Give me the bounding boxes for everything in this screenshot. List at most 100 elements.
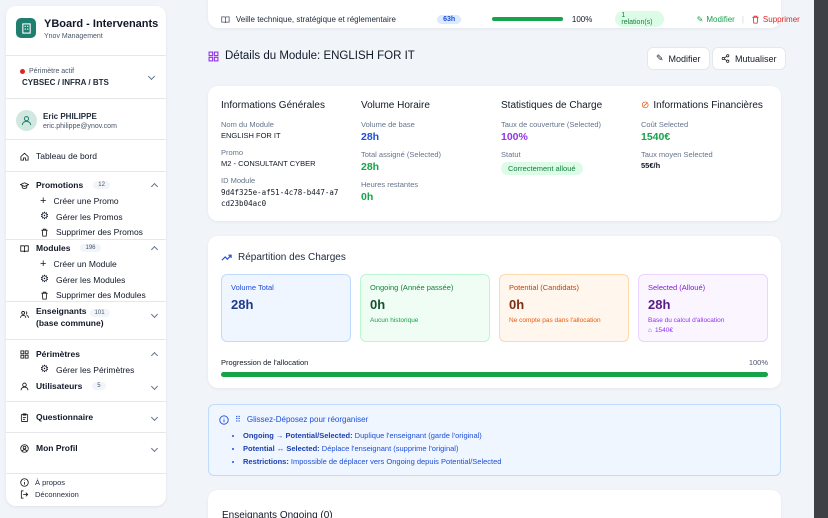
row-delete-button[interactable]: Supprimer bbox=[751, 15, 800, 24]
divider bbox=[6, 239, 166, 240]
field-label: Promo bbox=[221, 148, 244, 157]
section-title: Volume Horaire bbox=[361, 100, 430, 111]
trash-icon bbox=[41, 291, 48, 300]
charges-header: Répartition des Charges bbox=[221, 252, 346, 263]
sidebar-item-perimetres[interactable]: Périmètres bbox=[20, 349, 80, 359]
allocation-progress-percent: 100% bbox=[748, 358, 768, 367]
divider bbox=[6, 139, 166, 140]
perimeter-value: CYBSEC / INFRA / BTS bbox=[22, 78, 109, 87]
gear-icon: ⚙ bbox=[40, 274, 49, 285]
progress-fill bbox=[221, 372, 768, 377]
building-icon bbox=[16, 18, 36, 38]
divider bbox=[6, 432, 166, 433]
app-subtitle: Ynov Management bbox=[44, 33, 103, 40]
share-module-button[interactable]: Mutualiser bbox=[712, 47, 786, 70]
sidebar-item-modules[interactable]: Modules 196 bbox=[20, 243, 101, 253]
book-icon bbox=[20, 244, 29, 252]
row-delete-label: Supprimer bbox=[762, 14, 800, 24]
home-icon bbox=[20, 152, 29, 161]
page-header: Détails du Module: ENGLISH FOR IT ✎ Modif… bbox=[208, 47, 786, 70]
gear-icon: ⚙ bbox=[40, 364, 49, 375]
load-stats: Statistiques de Charge Taux de couvertur… bbox=[501, 100, 636, 175]
sidebar-item-enseignants[interactable]: Enseignants 101 (base commune) bbox=[20, 306, 110, 328]
sidebar-item-dashboard[interactable]: Tableau de bord bbox=[20, 151, 97, 161]
module-id: 9d4f325e-af51-4c78-b447-a7cd23b04ac0 bbox=[221, 188, 339, 208]
section-title: Informations Financières bbox=[653, 100, 763, 111]
promo-name: M2 - CONSULTANT CYBER bbox=[221, 159, 316, 168]
section-title: Répartition des Charges bbox=[238, 252, 346, 263]
allocation-progress-label: Progression de l'allocation bbox=[221, 358, 309, 367]
sidebar-item-profile[interactable]: Mon Profil bbox=[20, 443, 78, 453]
sidebar-item-utilisateurs[interactable]: Utilisateurs 5 bbox=[20, 381, 106, 391]
edit-module-button[interactable]: ✎ Modifier bbox=[647, 47, 710, 70]
sidebar-item-promotions[interactable]: Promotions 12 bbox=[20, 180, 110, 190]
chevron-down-icon[interactable] bbox=[150, 310, 159, 319]
sidebar-subitem-manage-modules[interactable]: ⚙ Gérer les Modules bbox=[40, 274, 125, 285]
box-note: Aucun historique bbox=[370, 317, 419, 324]
sidebar-subitem-delete-modules[interactable]: Supprimer des Modules bbox=[40, 290, 146, 300]
relations-badge: 1 relation(s) bbox=[615, 11, 664, 27]
money-icon: ⊘ bbox=[641, 100, 650, 111]
about-link[interactable]: À propos bbox=[20, 478, 65, 487]
row-edit-button[interactable]: ✎ Modifier bbox=[697, 15, 735, 24]
sidebar-subitem-create-module[interactable]: + Créer un Module bbox=[40, 258, 117, 270]
divider bbox=[6, 339, 166, 340]
chevron-up-icon[interactable] bbox=[150, 351, 159, 360]
rule-item: Potential ↔ Selected: Déplace l'enseigna… bbox=[243, 444, 501, 453]
perimeter-label: Périmètre actif bbox=[29, 68, 75, 75]
chevron-down-icon[interactable] bbox=[150, 413, 159, 422]
section-title: Statistiques de Charge bbox=[501, 100, 603, 111]
book-icon bbox=[221, 15, 230, 23]
rule-text: Impossible de déplacer vers Ongoing depu… bbox=[288, 457, 502, 466]
allocation-progress-bar bbox=[221, 372, 768, 377]
logout-label: Déconnexion bbox=[35, 490, 79, 499]
trash-icon bbox=[752, 15, 759, 24]
sidebar-item-label: Promotions bbox=[36, 180, 84, 190]
logout-button[interactable]: Déconnexion bbox=[20, 490, 79, 499]
divider bbox=[6, 55, 166, 56]
sidebar-subitem-label: Gérer les Modules bbox=[55, 274, 126, 285]
sidebar-subitem-manage-perimetres[interactable]: ⚙ Gérer les Périmètres bbox=[40, 364, 134, 375]
sidebar-item-sublabel: (base commune) bbox=[36, 318, 104, 328]
rules-list: Ongoing → Potential/Selected: Duplique l… bbox=[243, 431, 501, 470]
module-name: ENGLISH FOR IT bbox=[221, 131, 281, 140]
sidebar-item-questionnaire[interactable]: Questionnaire bbox=[20, 412, 93, 422]
status-badge: Correctement alloué bbox=[501, 162, 583, 175]
field-label: Taux de couverture (Selected) bbox=[501, 120, 602, 129]
sidebar-subitem-label: Créer un Module bbox=[53, 259, 117, 269]
chevron-up-icon[interactable] bbox=[150, 245, 159, 254]
status-dot-icon bbox=[20, 69, 25, 74]
gear-icon: ⚙ bbox=[40, 211, 49, 222]
rule-key: Restrictions: bbox=[243, 457, 289, 466]
selected-box: Selected (Alloué) 28h Base du calcul d'a… bbox=[638, 274, 768, 342]
sidebar-subitem-delete-promos[interactable]: Supprimer des Promos bbox=[40, 227, 143, 237]
field-label: ID Module bbox=[221, 176, 256, 185]
remaining-hours: 0h bbox=[361, 191, 374, 203]
sidebar-subitem-label: Créer une Promo bbox=[53, 196, 119, 206]
row-progress-bar bbox=[492, 17, 563, 21]
box-value: 0h bbox=[370, 297, 386, 312]
main-content: Veille technique, stratégique et régleme… bbox=[194, 0, 814, 518]
sidebar-subitem-manage-promos[interactable]: ⚙ Gérer les Promos bbox=[40, 211, 123, 222]
box-cost: 1540€ bbox=[654, 327, 674, 334]
user-name: Eric PHILIPPE bbox=[43, 111, 97, 121]
drag-drop-info: ⠿ Glissez-Déposez pour réorganiser Ongoin… bbox=[208, 404, 781, 476]
sidebar-subitem-create-promo[interactable]: + Créer une Promo bbox=[40, 195, 119, 207]
chevron-up-icon[interactable] bbox=[150, 182, 159, 191]
box-label: Volume Total bbox=[231, 283, 274, 292]
ongoing-teachers-card: Enseignants Ongoing (0) bbox=[208, 490, 781, 518]
chevron-down-icon[interactable] bbox=[150, 444, 159, 453]
sidebar-item-label: Périmètres bbox=[36, 349, 80, 359]
module-details-card: Informations Générales Nom du Module ENG… bbox=[208, 86, 781, 221]
chevron-down-icon[interactable] bbox=[150, 382, 159, 391]
grid-icon bbox=[208, 51, 219, 61]
divider bbox=[6, 171, 166, 172]
avatar bbox=[16, 110, 37, 131]
about-label: À propos bbox=[35, 478, 66, 487]
perimeter-selector[interactable]: Périmètre actif CYBSEC / INFRA / BTS bbox=[20, 68, 156, 87]
users-icon bbox=[20, 311, 29, 318]
edit-module-label: Modifier bbox=[668, 53, 701, 64]
user-profile: Eric PHILIPPE eric.philippe@ynov.com bbox=[16, 110, 117, 131]
progress-fill bbox=[492, 17, 563, 21]
user-email: eric.philippe@ynov.com bbox=[43, 122, 117, 130]
